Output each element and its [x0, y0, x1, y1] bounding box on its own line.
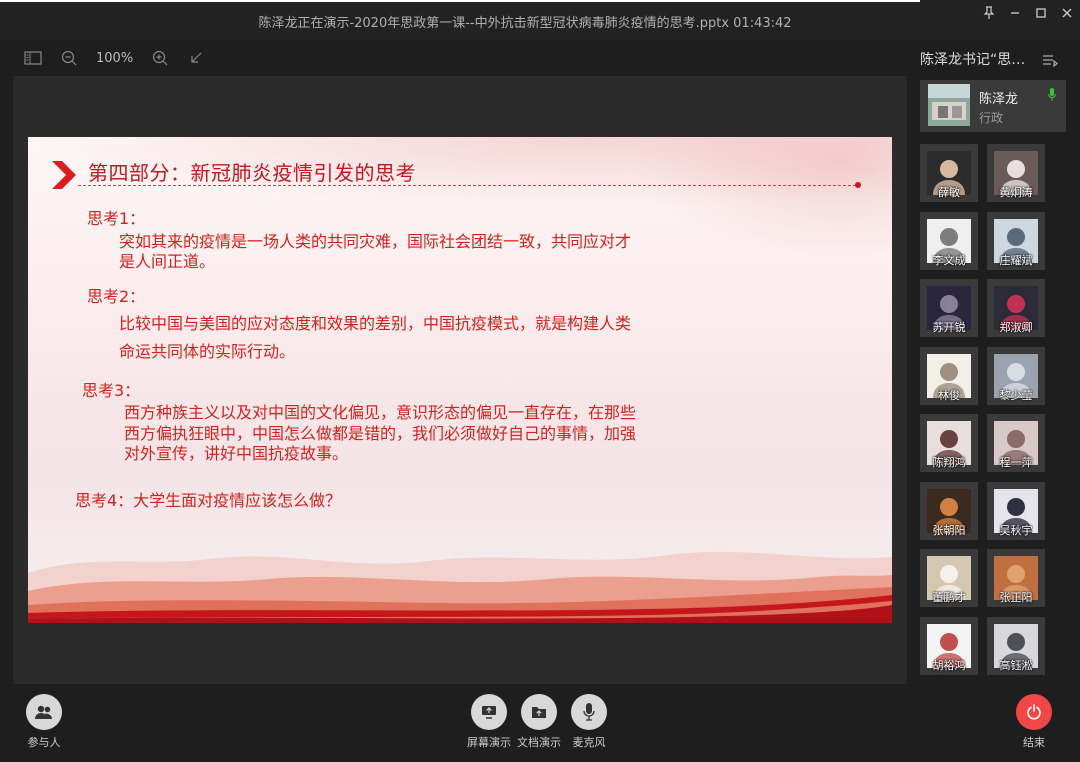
document-share-button[interactable] [521, 694, 557, 730]
title-bar-highlight [0, 0, 920, 2]
maximize-icon[interactable] [1028, 0, 1054, 26]
slide-canvas: 第四部分：新冠肺炎疫情引发的思考 思考1： 突如其来的疫情是一场人类的共同灾难，… [28, 137, 892, 623]
list-menu-icon[interactable] [1042, 52, 1058, 71]
question-2-heading: 思考2： [87, 287, 146, 306]
participant-name: 董鹏才 [932, 591, 966, 604]
screen-share-icon [482, 706, 496, 719]
presenter-name: 陈泽龙 [979, 92, 1019, 107]
slide-title: 第四部分：新冠肺炎疫情引发的思考 [88, 161, 416, 185]
title-divider-dot [855, 182, 861, 188]
zoom-level: 100% [96, 50, 134, 66]
participant-name: 黄炯涛 [999, 186, 1033, 199]
presentation-toolbar: 100% [22, 46, 207, 70]
question-3-line-3: 对外宣传，讲好中国抗疫故事。 [124, 444, 349, 463]
participant-name: 张朝阳 [932, 523, 966, 537]
sidebar-toggle-icon[interactable] [22, 47, 44, 69]
participant-tile[interactable]: 陈翔鸿 [920, 414, 978, 472]
participant-name: 薛敏 [938, 186, 960, 199]
participants-label: 参与人 [27, 736, 61, 749]
participant-tile[interactable]: 郑淑卿 [987, 279, 1045, 337]
participant-tile[interactable]: 程一萍 [987, 414, 1045, 472]
participant-tile[interactable]: 苏开锐 [920, 279, 978, 337]
participants-button[interactable] [26, 694, 62, 730]
participant-name: 苏开锐 [932, 321, 966, 334]
participant-name: 庄耀斌 [999, 253, 1033, 267]
participant-name: 黎少莹 [999, 388, 1033, 402]
microphone-label: 麦克风 [572, 736, 606, 749]
participant-tile[interactable]: 薛敏 [920, 144, 978, 202]
participant-name: 林俊 [938, 388, 960, 402]
window-controls [976, 0, 1080, 28]
chevron-right-icon [52, 161, 76, 189]
participant-tile[interactable]: 吴秋宇 [987, 481, 1045, 540]
participant-tile[interactable]: 李文成 [920, 211, 978, 270]
slide-background-wash-right [632, 137, 892, 257]
participants-icon [35, 705, 52, 719]
participant-tile[interactable]: 胡裕鸿 [920, 616, 978, 675]
screen-share-button[interactable] [471, 694, 507, 730]
participant-tile[interactable]: 高钰淞 [987, 616, 1045, 675]
document-share-icon [532, 707, 546, 718]
participant-name: 吴秋宇 [999, 523, 1033, 537]
participant-tile[interactable]: 林俊 [920, 346, 978, 405]
power-icon [1027, 704, 1041, 720]
participant-name: 程一萍 [999, 456, 1033, 469]
presenter-card[interactable]: 陈泽龙 行政 [920, 80, 1066, 132]
microphone-active-icon [1048, 88, 1056, 101]
presenter-role: 行政 [979, 111, 1004, 125]
participant-tile[interactable]: 庄耀斌 [987, 211, 1045, 270]
participant-tile[interactable]: 黎少莹 [987, 346, 1045, 405]
window-title: 陈泽龙正在演示-2020年思政第一课--中外抗击新型冠状病毒肺炎疫情的思考.pp… [258, 16, 792, 31]
zoom-out-icon[interactable] [58, 47, 80, 69]
participant-name: 郑淑卿 [999, 321, 1033, 334]
avatar [928, 84, 970, 126]
question-3-line-1: 西方种族主义以及对中国的文化偏见，意识形态的偏见一直存在，在那些 [124, 403, 637, 422]
title-divider [78, 185, 856, 186]
participant-name: 李文成 [932, 253, 966, 267]
participant-name: 陈翔鸿 [932, 456, 966, 469]
slide-decorative-footer [28, 551, 892, 623]
question-1-heading: 思考1： [87, 209, 146, 228]
question-3-heading: 思考3： [82, 381, 141, 400]
minimize-icon[interactable] [1002, 0, 1028, 26]
end-meeting-label: 结束 [1023, 736, 1045, 749]
question-4: 思考4：大学生面对疫情应该怎么做？ [75, 491, 342, 510]
participant-tile[interactable]: 黄炯涛 [987, 144, 1045, 202]
pin-icon[interactable] [976, 0, 1002, 26]
participant-name: 高钰淞 [999, 658, 1033, 672]
microphone-icon [583, 703, 595, 721]
participant-tile[interactable]: 董鹏才 [920, 549, 978, 607]
participant-name: 胡裕鸿 [932, 658, 966, 672]
question-2-line-2: 命运共同体的实际行动。 [119, 342, 296, 361]
meeting-title: 陈泽龙书记“思… [920, 52, 1026, 68]
participant-name: 张正阳 [999, 591, 1033, 604]
participant-tile[interactable]: 张朝阳 [920, 481, 978, 540]
microphone-button[interactable] [571, 694, 607, 730]
question-1-line-2: 是人间正道。 [119, 252, 216, 271]
end-meeting-button[interactable] [1016, 694, 1052, 730]
meeting-window: 陈泽龙正在演示-2020年思政第一课--中外抗击新型冠状病毒肺炎疫情的思考.pp… [0, 0, 1080, 762]
title-bar: 陈泽龙正在演示-2020年思政第一课--中外抗击新型冠状病毒肺炎疫情的思考.pp… [0, 0, 1080, 40]
shrink-window-icon[interactable] [185, 47, 207, 69]
question-2-line-1: 比较中国与美国的应对态度和效果的差别，中国抗疫模式，就是构建人类 [119, 314, 632, 333]
zoom-in-icon[interactable] [149, 47, 171, 69]
close-icon[interactable] [1054, 0, 1080, 26]
participant-tile[interactable]: 张正阳 [987, 549, 1045, 607]
